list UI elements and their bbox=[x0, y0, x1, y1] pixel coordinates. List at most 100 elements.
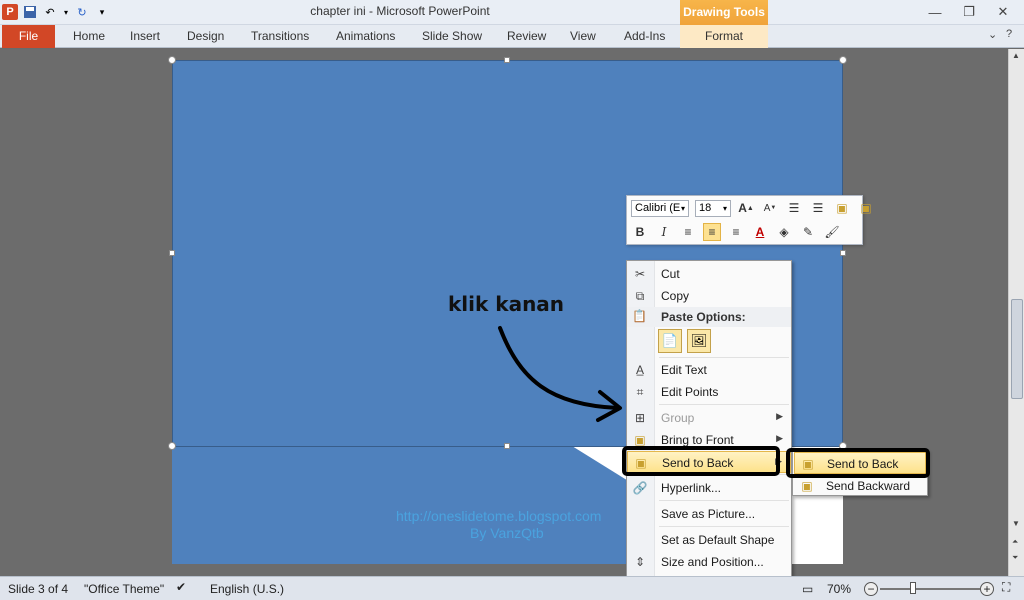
watermark-url: http://oneslidetome.blogspot.com bbox=[396, 508, 602, 524]
ribbon-tab-bar: File Home Insert Design Transitions Anim… bbox=[0, 25, 1024, 48]
slide-counter: Slide 3 of 4 bbox=[8, 582, 69, 596]
paste-options-header: 📋 Paste Options: bbox=[627, 307, 791, 327]
send-backward-icon[interactable]: ▣ bbox=[857, 199, 875, 217]
tab-review[interactable]: Review bbox=[507, 25, 546, 48]
help-icon[interactable]: ? bbox=[1006, 28, 1012, 40]
tab-design[interactable]: Design bbox=[187, 25, 224, 48]
tab-insert[interactable]: Insert bbox=[130, 25, 160, 48]
align-left-icon[interactable]: ≡ bbox=[679, 223, 697, 241]
format-painter-icon[interactable]: 🖌 bbox=[823, 223, 841, 241]
bring-forward-icon[interactable]: ▣ bbox=[833, 199, 851, 217]
menu-item-set-default-shape[interactable]: Set as Default Shape bbox=[627, 529, 791, 551]
resize-handle-bottom[interactable] bbox=[504, 443, 510, 449]
next-slide-icon[interactable]: ⏷ bbox=[1012, 553, 1018, 563]
menu-item-save-as-picture[interactable]: Save as Picture... bbox=[627, 503, 791, 525]
menu-item-cut[interactable]: ✂ Cut bbox=[627, 263, 791, 285]
zoom-slider-thumb[interactable] bbox=[910, 582, 916, 594]
italic-icon[interactable]: I bbox=[655, 223, 673, 241]
resize-handle-top[interactable] bbox=[504, 57, 510, 63]
window-controls: — ❐ ✕ bbox=[918, 2, 1020, 22]
menu-item-edit-points[interactable]: ⌗ Edit Points bbox=[627, 381, 791, 403]
annotation-text: klik kanan bbox=[448, 292, 565, 316]
separator bbox=[659, 404, 789, 405]
increase-indent-icon[interactable]: ☰ bbox=[809, 199, 827, 217]
menu-item-size-and-position[interactable]: ⇕ Size and Position... bbox=[627, 551, 791, 573]
font-size-select[interactable]: 18 ▾ bbox=[695, 199, 731, 217]
title-bar: P ↶ ▾ ↻ ▾ chapter ini - Microsoft PowerP… bbox=[0, 0, 1024, 25]
tab-view[interactable]: View bbox=[570, 25, 596, 48]
shrink-font-icon[interactable]: A ▼ bbox=[761, 199, 779, 217]
zoom-level[interactable]: 70% bbox=[827, 582, 851, 596]
font-name-value: Calibri (E bbox=[635, 201, 681, 214]
resize-handle-top-left[interactable] bbox=[168, 56, 176, 64]
shape-outline-icon[interactable]: ✎ bbox=[799, 223, 817, 241]
zoom-out-icon[interactable]: − bbox=[864, 582, 878, 596]
shape-fill-icon[interactable]: ◈ bbox=[775, 223, 793, 241]
minimize-icon[interactable]: — bbox=[918, 2, 952, 22]
copy-icon: ⧉ bbox=[635, 288, 645, 303]
status-bar: Slide 3 of 4 "Office Theme" ✔ English (U… bbox=[0, 576, 1024, 600]
scrollbar-thumb[interactable] bbox=[1011, 299, 1023, 399]
annotation-highlight-outline bbox=[622, 446, 780, 476]
submenu-arrow-icon: ▶ bbox=[776, 411, 783, 421]
paste-keep-source-icon[interactable]: 📄 bbox=[658, 329, 682, 353]
scroll-up-icon[interactable]: ▲ bbox=[1012, 51, 1020, 60]
scroll-down-icon[interactable]: ▼ bbox=[1012, 519, 1020, 528]
tab-add-ins[interactable]: Add-Ins bbox=[624, 25, 665, 48]
resize-handle-bottom-left[interactable] bbox=[168, 442, 176, 450]
tab-home[interactable]: Home bbox=[73, 25, 105, 48]
group-icon: ⊞ bbox=[634, 411, 646, 425]
separator bbox=[659, 526, 789, 527]
resize-handle-left[interactable] bbox=[169, 250, 175, 256]
chevron-down-icon: ▾ bbox=[722, 203, 727, 213]
language-indicator[interactable]: English (U.S.) bbox=[210, 582, 284, 596]
submenu-item-send-backward[interactable]: ▣ Send Backward bbox=[794, 475, 926, 497]
submenu-arrow-icon: ▶ bbox=[776, 433, 783, 443]
zoom-in-icon[interactable]: + bbox=[980, 582, 994, 596]
tab-transitions[interactable]: Transitions bbox=[251, 25, 309, 48]
font-color-icon[interactable]: A bbox=[751, 223, 769, 241]
context-menu: ✂ Cut ⧉ Copy 📋 Paste Options: 📄 🖼 A̲ Edi… bbox=[626, 260, 792, 596]
reading-view-icon[interactable]: ▭ bbox=[802, 582, 813, 596]
grow-font-icon[interactable]: A ▲ bbox=[737, 199, 755, 217]
tab-file[interactable]: File bbox=[2, 25, 55, 48]
close-icon[interactable]: ✕ bbox=[986, 2, 1020, 22]
resize-handle-top-right[interactable] bbox=[839, 56, 847, 64]
align-center-icon[interactable]: ≡ bbox=[703, 223, 721, 241]
tab-animations[interactable]: Animations bbox=[336, 25, 395, 48]
bold-icon[interactable]: B bbox=[631, 223, 649, 241]
scissors-icon: ✂ bbox=[634, 267, 646, 281]
annotation-highlight-outline bbox=[786, 448, 930, 478]
menu-item-group[interactable]: ⊞ Group ▶ bbox=[627, 407, 791, 429]
menu-item-hyperlink[interactable]: 🔗 Hyperlink... bbox=[627, 477, 791, 499]
tab-slide-show[interactable]: Slide Show bbox=[422, 25, 482, 48]
chevron-down-icon: ▾ bbox=[680, 203, 685, 213]
size-position-icon: ⇕ bbox=[634, 555, 646, 569]
separator bbox=[659, 357, 789, 358]
previous-slide-icon[interactable]: ⏶ bbox=[1012, 537, 1018, 547]
send-backward-icon: ▣ bbox=[801, 479, 813, 493]
restore-icon[interactable]: ❐ bbox=[952, 2, 986, 22]
tab-format[interactable]: Format bbox=[680, 25, 768, 48]
font-name-select[interactable]: Calibri (E ▾ bbox=[631, 199, 689, 217]
annotation-arrow-icon bbox=[498, 326, 622, 422]
zoom-slider[interactable] bbox=[880, 588, 980, 590]
decrease-indent-icon[interactable]: ☰ bbox=[785, 199, 803, 217]
vertical-scrollbar[interactable]: ▲ ▼ ⏶ ⏷ bbox=[1008, 49, 1024, 576]
spell-check-icon[interactable]: ✔ bbox=[176, 580, 186, 594]
watermark-author: By VanzQtb bbox=[470, 525, 544, 541]
minimize-ribbon-icon[interactable]: ⌄ bbox=[988, 28, 997, 41]
edit-text-icon: A̲ bbox=[635, 363, 644, 377]
drawing-tools-group-label: Drawing Tools bbox=[680, 0, 768, 25]
paste-icon: 📋 bbox=[632, 309, 647, 323]
paste-as-picture-icon[interactable]: 🖼 bbox=[687, 329, 711, 353]
align-right-icon[interactable]: ≡ bbox=[727, 223, 745, 241]
menu-item-copy[interactable]: ⧉ Copy bbox=[627, 285, 791, 307]
edit-points-icon: ⌗ bbox=[636, 384, 644, 399]
fit-slide-icon[interactable]: ⛶ bbox=[1002, 580, 1010, 595]
separator bbox=[659, 500, 789, 501]
menu-item-edit-text[interactable]: A̲ Edit Text bbox=[627, 359, 791, 381]
font-size-value: 18 bbox=[699, 201, 712, 214]
theme-name[interactable]: "Office Theme" bbox=[84, 582, 164, 596]
resize-handle-right[interactable] bbox=[840, 250, 846, 256]
